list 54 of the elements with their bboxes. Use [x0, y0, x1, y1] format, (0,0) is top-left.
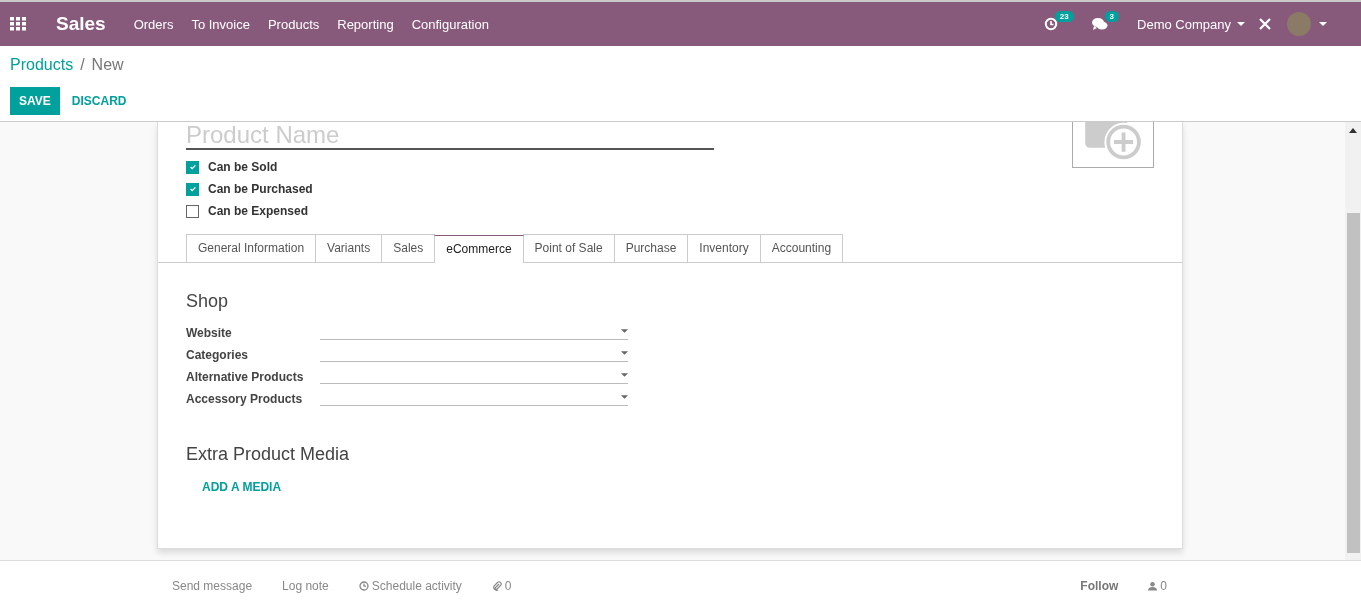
menu-item[interactable]: Products — [267, 16, 320, 32]
field-label: Alternative Products — [186, 370, 305, 384]
person-icon — [1148, 581, 1158, 591]
tab[interactable]: eCommerce — [434, 235, 524, 263]
caret-icon — [1237, 22, 1245, 26]
section-title: Extra Product Media — [186, 444, 351, 465]
menu-item[interactable]: Reporting — [337, 16, 394, 32]
scroll-up-arrow-icon[interactable] — [1349, 128, 1357, 133]
activity-count-badge: 23 — [1054, 11, 1074, 22]
menu-item[interactable]: Orders — [133, 16, 174, 32]
caret-icon — [621, 351, 628, 355]
caret-icon — [1319, 22, 1327, 26]
section-title: Shop — [186, 291, 230, 312]
checkmark-icon — [188, 163, 197, 171]
follow-button[interactable]: Follow — [1080, 579, 1119, 593]
clock-icon[interactable] — [1043, 17, 1058, 31]
chat-bubbles-icon[interactable] — [1091, 17, 1108, 31]
log-note-link[interactable]: Log note — [282, 579, 329, 593]
caret-icon — [621, 329, 628, 333]
breadcrumb-separator: / — [80, 56, 85, 75]
field-label: Accessory Products — [186, 392, 304, 406]
image-upload-box[interactable] — [1072, 122, 1154, 168]
app-title: Sales — [56, 13, 106, 35]
checkbox-label: Can be Expensed — [208, 204, 309, 218]
follower-count: 0 — [1160, 579, 1167, 593]
paperclip-icon[interactable] — [491, 581, 502, 591]
field-label: Website — [186, 326, 233, 340]
company-switcher[interactable]: Demo Company — [1137, 16, 1231, 32]
menu-item[interactable]: To Invoice — [191, 16, 250, 32]
apps-grid-icon[interactable] — [10, 17, 26, 31]
message-count-badge: 3 — [1104, 11, 1120, 22]
checkbox[interactable] — [186, 182, 199, 196]
field-label: Categories — [186, 348, 250, 362]
checkbox[interactable] — [186, 204, 199, 218]
scrollbar[interactable] — [1345, 122, 1361, 560]
checkbox-label: Can be Purchased — [208, 182, 313, 196]
tab[interactable]: General Information — [186, 234, 317, 262]
caret-icon — [621, 395, 628, 399]
checkmark-icon — [188, 185, 197, 193]
add-media-link[interactable]: ADD A MEDIA — [186, 480, 282, 494]
save-button[interactable]: SAVE — [10, 87, 60, 115]
tab[interactable]: Accounting — [759, 234, 844, 262]
checkbox-label: Can be Sold — [208, 160, 278, 174]
caret-icon — [621, 373, 628, 377]
breadcrumb-link[interactable]: Products — [10, 56, 74, 78]
breadcrumb-current: New — [91, 56, 124, 75]
send-message-link[interactable]: Send message — [172, 579, 253, 593]
menu-item[interactable]: Configuration — [411, 16, 489, 32]
schedule-activity-link[interactable]: Schedule activity — [371, 579, 462, 593]
clock-icon — [358, 581, 369, 591]
attachment-count: 0 — [504, 579, 512, 593]
discard-button[interactable]: DISCARD — [62, 87, 136, 115]
checkbox[interactable] — [186, 160, 199, 174]
crossed-tools-icon[interactable] — [1259, 18, 1271, 30]
